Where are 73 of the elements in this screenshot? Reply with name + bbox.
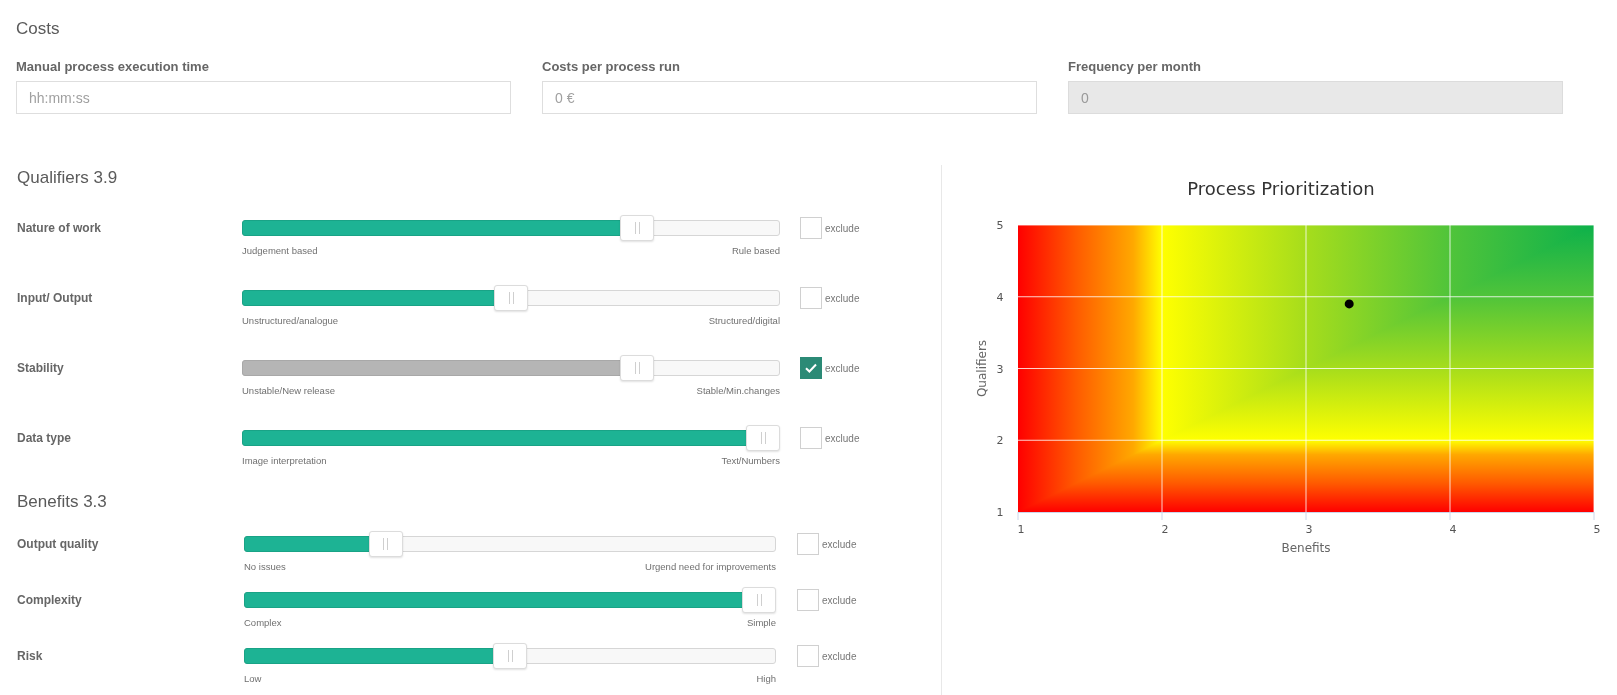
slider-track[interactable] xyxy=(244,587,776,613)
input-field[interactable]: 0 € xyxy=(542,81,1037,114)
scale-min-label: Image interpretation xyxy=(242,455,327,467)
field-label: Costs per process run xyxy=(542,58,680,76)
axis-tick-label: 3 xyxy=(996,362,1004,376)
checkbox-label: exclude xyxy=(825,292,860,304)
checkbox-label: exclude xyxy=(825,432,860,444)
criterion-label: Output quality xyxy=(17,537,99,551)
section-heading: Benefits 3.3 xyxy=(17,491,107,513)
slider-track[interactable] xyxy=(242,285,780,311)
axis-tick-label: 5 xyxy=(996,219,1004,232)
scale-max-label: High xyxy=(756,673,776,685)
scale-min-label: Judgement based xyxy=(242,245,318,257)
grip-icon xyxy=(383,538,388,550)
criterion-label: Input/ Output xyxy=(17,291,93,305)
scale-min-label: Complex xyxy=(244,617,282,629)
slider-track[interactable] xyxy=(242,425,780,451)
field-label: Frequency per month xyxy=(1068,58,1201,76)
x-axis-title: Benefits xyxy=(1281,541,1331,555)
grip-icon xyxy=(634,222,640,234)
scale-min-label: Low xyxy=(244,673,262,685)
slider-handle[interactable] xyxy=(493,643,527,669)
scale-max-label: Rule based xyxy=(731,245,780,257)
scale-min-label: No issues xyxy=(244,561,286,573)
slider-handle[interactable] xyxy=(494,285,528,311)
scale-min-label: Unstable/New release xyxy=(242,385,335,397)
criterion-label: Risk xyxy=(17,649,43,663)
checkbox-label: exclude xyxy=(822,594,857,606)
checkbox[interactable] xyxy=(800,357,822,379)
slider-track[interactable] xyxy=(244,643,776,669)
axis-tick-label: 4 xyxy=(996,290,1004,304)
slider-handle[interactable] xyxy=(620,355,654,381)
criterion-label: Stability xyxy=(17,361,64,375)
axis-tick-label: 2 xyxy=(1161,523,1169,536)
checkbox-label: exclude xyxy=(825,362,860,374)
scale-max-label: Urgend need for improvements xyxy=(645,561,776,573)
data-point xyxy=(1344,299,1354,309)
axis-tick-label: 1 xyxy=(996,506,1004,519)
grip-icon xyxy=(760,432,766,444)
slider-handle[interactable] xyxy=(368,531,403,557)
axis-tick-label: 2 xyxy=(996,434,1004,448)
checkmark-icon xyxy=(805,363,817,373)
slider-handle[interactable] xyxy=(746,425,780,451)
axis-tick-label: 1 xyxy=(1017,523,1025,536)
section-heading: Qualifiers 3.9 xyxy=(17,167,118,189)
criterion-label: Complexity xyxy=(17,593,82,607)
criterion-label: Data type xyxy=(17,431,72,445)
slider-track[interactable] xyxy=(242,215,780,241)
y-axis-title: Qualifiers xyxy=(975,339,989,398)
checkbox-label: exclude xyxy=(825,222,860,234)
axis-tick-label: 3 xyxy=(1305,523,1313,536)
scale-min-label: Unstructured/analogue xyxy=(242,315,339,327)
checkbox-label: exclude xyxy=(822,538,857,550)
scale-max-label: Simple xyxy=(746,617,776,629)
slider-track[interactable] xyxy=(244,531,776,557)
grip-icon xyxy=(508,292,514,304)
section-heading: Costs xyxy=(16,18,60,40)
criterion-label: Nature of work xyxy=(17,221,101,235)
scale-max-label: Text/Numbers xyxy=(721,455,780,467)
grip-icon xyxy=(507,650,513,662)
axis-tick-label: 5 xyxy=(1593,523,1601,536)
axis-tick-label: 4 xyxy=(1449,523,1457,536)
input-field[interactable]: hh:mm:ss xyxy=(16,81,511,114)
slider-handle[interactable] xyxy=(620,215,654,241)
grip-icon xyxy=(756,594,762,606)
slider-track[interactable] xyxy=(242,355,780,381)
chart-title: Process Prioritization xyxy=(1187,178,1375,199)
checkbox-label: exclude xyxy=(822,650,857,662)
slider-handle[interactable] xyxy=(742,587,776,613)
grip-icon xyxy=(634,362,640,374)
field-label: Manual process execution time xyxy=(16,58,209,76)
scale-max-label: Structured/digital xyxy=(708,315,780,327)
scale-max-label: Stable/Min.changes xyxy=(696,385,780,397)
